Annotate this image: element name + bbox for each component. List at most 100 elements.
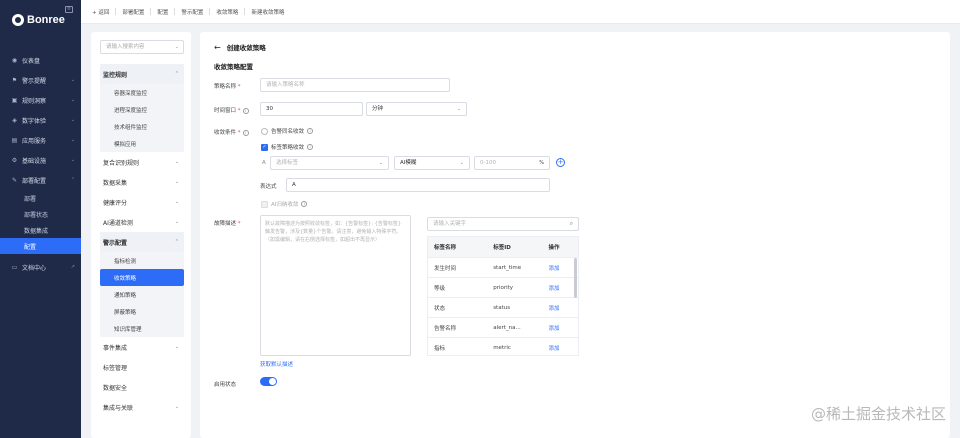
tree-item[interactable]: 知识库管理 (100, 320, 184, 337)
add-tag-link[interactable]: 添加 (542, 284, 578, 292)
tree-item[interactable]: 进程深度监控 (100, 101, 184, 118)
same-name-radio[interactable]: 告警同名收敛 i (261, 127, 314, 135)
ai-summary-checkbox[interactable]: AI归纳收敛 i (261, 200, 308, 208)
back-link[interactable]: + 返回 (92, 8, 109, 16)
add-tag-link[interactable]: 添加 (542, 324, 578, 332)
tree-item[interactable]: 指标检测 (100, 252, 184, 269)
chevron-down-icon: ⌄ (174, 404, 179, 410)
tag-select[interactable]: 选择标签 ⌄ (270, 156, 389, 170)
breadcrumb: + 返回 部署配置 配置 警示配置 收敛策略 新建收敛策略 (81, 0, 960, 24)
back-arrow-icon[interactable]: ← (214, 43, 221, 52)
tree-group-alert-config: 警示配置 ⌃ 指标检测 收敛策略 通知策略 屏蔽策略 知识库管理 (100, 232, 184, 337)
info-icon[interactable]: i (307, 144, 314, 150)
enable-toggle[interactable] (260, 377, 277, 386)
sidebar-item-rule[interactable]: ▣ 规则洞察 ⌄ (0, 90, 81, 110)
add-tag-link[interactable]: 添加 (542, 344, 578, 352)
info-icon[interactable]: i (301, 201, 308, 207)
time-unit-select[interactable]: 分钟 ⌄ (366, 102, 467, 116)
tree-group-header[interactable]: 标签管理 (100, 357, 184, 377)
chevron-down-icon: ⌄ (174, 179, 179, 185)
tree-item[interactable]: 模拟应用 (100, 135, 184, 152)
chevron-down-icon: ⌄ (174, 159, 179, 165)
breadcrumb-item[interactable]: 收敛策略 (216, 8, 238, 16)
description-label: 故障描述 * (214, 221, 241, 227)
tree-search-input[interactable]: 请输入搜索内容 ⌄ (100, 40, 184, 54)
time-window-input[interactable]: 30 (260, 102, 363, 116)
tree-item[interactable]: 通知策略 (100, 286, 184, 303)
required-mark: * (236, 84, 241, 90)
sidebar-item-docs[interactable]: ▭ 文档中心 ↗ (0, 257, 81, 277)
chevron-down-icon: ⌄ (174, 44, 179, 50)
sidebar-item-dashboard[interactable]: ◉ 仪表盘 (0, 50, 81, 70)
chevron-down-icon: ⌄ (174, 219, 179, 225)
tree-group-monitor-rules: 监控规则 ⌃ 容器深度监控 进程深度监控 技术组件监控 模拟应用 (100, 64, 184, 152)
chevron-up-icon: ⌃ (174, 71, 179, 77)
doc-icon: ▭ (11, 263, 18, 271)
percent-suffix: % (539, 160, 544, 166)
infra-icon: ⚙ (11, 156, 18, 164)
add-tag-link[interactable]: 添加 (542, 304, 578, 312)
tree-group-header[interactable]: 警示配置 ⌃ (100, 232, 184, 252)
watermark: @稀土掘金技术社区 (810, 405, 946, 423)
dashboard-icon: ◉ (11, 56, 18, 64)
add-condition-icon[interactable]: + (556, 158, 565, 167)
tag-table: 标签名称 标签ID 操作 发生时间 start_time 添加 等级 priority… (427, 236, 579, 356)
expression-input[interactable]: A (286, 178, 550, 192)
sidebar-subitem-data-integration[interactable]: 数据集成 (0, 222, 81, 238)
table-scrollbar[interactable] (574, 258, 577, 298)
alert-icon: ⚑ (11, 76, 18, 84)
strategy-form-panel: ← 创建收敛策略 收敛策略配置 策略名称 * 请输入策略名称 时间窗口 * i 3… (200, 32, 950, 438)
tree-group-header[interactable]: 健康评分 ⌄ (100, 192, 184, 212)
sidebar-item-experience[interactable]: ◈ 数字体验 ⌄ (0, 110, 81, 130)
tag-strategy-checkbox[interactable]: ✓ 标签策略收敛 i (261, 143, 314, 151)
sidebar-item-deploy[interactable]: ✎ 部署配置 ⌃ (0, 170, 81, 190)
table-row: 告警名称 alert_na... 添加 (428, 317, 578, 337)
add-tag-link[interactable]: 添加 (542, 264, 578, 272)
sidebar-item-app[interactable]: ▤ 应用服务 ⌄ (0, 130, 81, 150)
default-description-link[interactable]: 获取默认描述 (260, 360, 293, 368)
breadcrumb-item[interactable]: 警示配置 (181, 8, 203, 16)
sidebar-item-infra[interactable]: ⚙ 基础设施 ⌄ (0, 150, 81, 170)
sidebar-item-alert[interactable]: ⚑ 警示提醒 ⌄ (0, 70, 81, 90)
info-icon[interactable]: i (242, 108, 249, 114)
tree-item-active[interactable]: 收敛策略 (100, 269, 184, 286)
chevron-up-icon: ⌃ (70, 177, 75, 183)
fault-description-textarea[interactable]: 默认故障描述为按照收敛标签，如：{告警标签}: {告警标签} 触发告警，涉及{数… (260, 215, 411, 356)
tree-group-header[interactable]: 数据采集 ⌄ (100, 172, 184, 192)
sidebar-subitem-config[interactable]: 配置 (0, 238, 81, 254)
page-title: ← 创建收敛策略 (214, 42, 266, 53)
divider (174, 8, 176, 15)
search-icon[interactable]: ⌕ (570, 218, 573, 230)
sidebar-subitem-deploy[interactable]: 部署 (0, 190, 81, 206)
info-icon[interactable]: i (307, 128, 314, 134)
threshold-input[interactable]: 0-100% (474, 156, 550, 170)
tree-item[interactable]: 技术组件监控 (100, 118, 184, 135)
collapse-icon[interactable]: ≡ (65, 6, 73, 13)
strategy-name-input[interactable]: 请输入策略名称 (260, 78, 450, 92)
table-row: 等级 priority 添加 (428, 277, 578, 297)
info-icon[interactable]: i (242, 130, 249, 136)
table-row: 指标 metric 添加 (428, 337, 578, 355)
app-icon: ▤ (11, 136, 18, 144)
tree-group-header[interactable]: 监控规则 ⌃ (100, 64, 184, 84)
required-mark: * (236, 108, 241, 114)
tree-group-header[interactable]: AI通道检测 ⌄ (100, 212, 184, 232)
tree-item[interactable]: 屏蔽策略 (100, 303, 184, 320)
breadcrumb-item[interactable]: 配置 (157, 8, 168, 16)
condition-label: 收敛条件 * i (214, 128, 249, 136)
experience-icon: ◈ (12, 116, 17, 124)
section-title: 收敛策略配置 (214, 63, 253, 71)
tree-item[interactable]: 容器深度监控 (100, 84, 184, 101)
tree-group-header[interactable]: 数据安全 (100, 377, 184, 397)
match-type-select[interactable]: AI模糊 ⌄ (394, 156, 470, 170)
breadcrumb-item[interactable]: 部署配置 (122, 8, 144, 16)
config-tree-panel: 请输入搜索内容 ⌄ 监控规则 ⌃ 容器深度监控 进程深度监控 技术组件监控 模拟应用… (91, 32, 191, 438)
divider (115, 8, 117, 15)
tree-group-header[interactable]: 集成与关联 ⌄ (100, 397, 184, 417)
tree-group-header[interactable]: 事件集成 ⌄ (100, 337, 184, 357)
tree-group-header[interactable]: 复合识别规则 ⌄ (100, 152, 184, 172)
tag-search-input[interactable]: 请输入关键字 ⌕ (427, 217, 579, 231)
config-tree: 监控规则 ⌃ 容器深度监控 进程深度监控 技术组件监控 模拟应用 复合识别规则 ⌄ … (100, 64, 184, 417)
sidebar-subitem-deploy-status[interactable]: 部署状态 (0, 206, 81, 222)
expression-label: 表达式 (260, 184, 277, 190)
